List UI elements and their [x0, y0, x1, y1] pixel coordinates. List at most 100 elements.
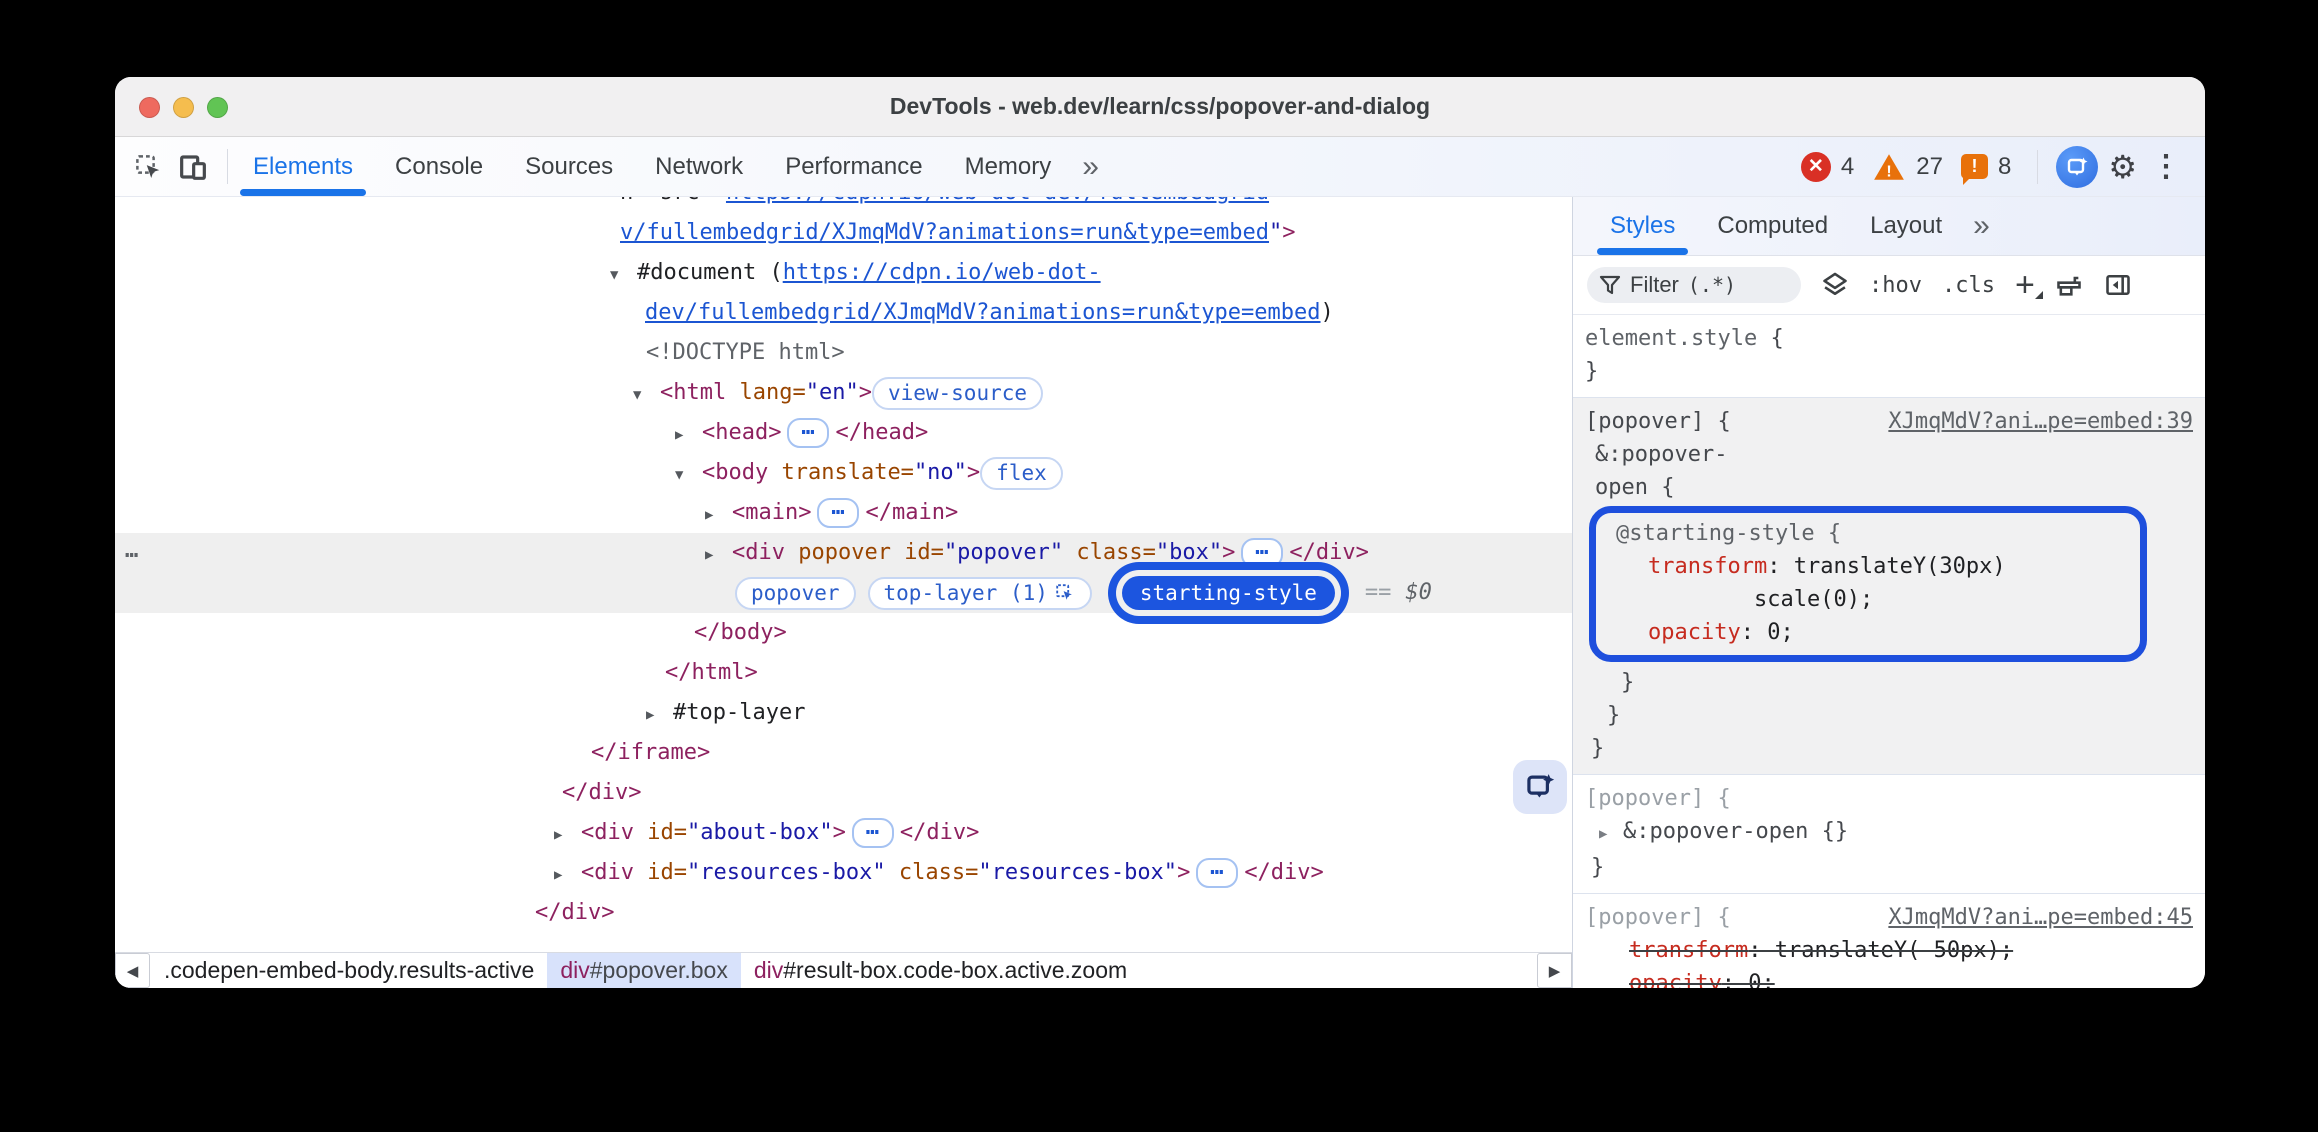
tab-computed[interactable]: Computed: [1696, 197, 1849, 255]
css-rule-line[interactable]: [popover] {XJmqMdV?ani…pe=embed:39: [1585, 405, 2195, 438]
collapsed-content-ellipsis-button[interactable]: …: [852, 818, 894, 848]
dom-tree-row[interactable]: </iframe>: [115, 733, 1572, 773]
cascade-layers-icon[interactable]: [1821, 271, 1849, 299]
breadcrumb-item-selected[interactable]: div#popover.box: [547, 953, 741, 988]
dom-tree-row[interactable]: ▶<div id="about-box">…</div>: [115, 813, 1572, 853]
css-rule-line[interactable]: element.style {: [1585, 322, 2195, 355]
css-rule-line[interactable]: [popover] {XJmqMdV?ani…pe=embed:45: [1585, 901, 2195, 934]
css-rule-line[interactable]: }: [1585, 666, 2195, 699]
stylesheet-source-link[interactable]: XJmqMdV?ani…pe=embed:45: [1888, 901, 2193, 934]
expand-arrow-open-icon[interactable]: ▼: [675, 455, 702, 495]
adorner-badge-popover[interactable]: popover: [735, 577, 856, 610]
adorner-badge-starting-style-active[interactable]: starting-style: [1122, 576, 1335, 610]
css-rule-line[interactable]: opacity: 0;: [1604, 616, 2134, 649]
breadcrumb-scroll-left-button[interactable]: ◀: [115, 953, 150, 988]
stylesheet-source-link[interactable]: XJmqMdV?ani…pe=embed:39: [1888, 405, 2193, 438]
dom-tree-row[interactable]: ▶#top-layer: [115, 693, 1572, 733]
collapsed-content-ellipsis-button[interactable]: …: [1241, 538, 1283, 568]
tab-sources[interactable]: Sources: [504, 137, 634, 196]
breadcrumb-scroll-right-button[interactable]: ▶: [1537, 953, 1572, 988]
style-rule-section[interactable]: element.style {}: [1573, 315, 2205, 398]
collapsed-content-ellipsis-button[interactable]: …: [787, 418, 829, 448]
dom-tree-row[interactable]: </div>: [115, 773, 1572, 813]
dom-tree-row[interactable]: <!DOCTYPE html>: [115, 333, 1572, 373]
dom-tree-row[interactable]: dev/fullembedgrid/XJmqMdV?animations=run…: [115, 293, 1572, 333]
breadcrumb-item[interactable]: div#result-box.code-box.active.zoom: [741, 953, 1140, 988]
row-options-dots[interactable]: …: [125, 531, 140, 571]
dom-tree-row[interactable]: v/fullembedgrid/XJmqMdV?animations=run&t…: [115, 213, 1572, 253]
tab-console[interactable]: Console: [374, 137, 504, 196]
css-rule-line[interactable]: open {: [1585, 471, 2195, 504]
error-count[interactable]: 4: [1841, 153, 1854, 181]
style-rule-section[interactable]: [popover] {XJmqMdV?ani…pe=embed:39&:popo…: [1573, 398, 2205, 775]
toggle-sidebar-icon[interactable]: [2103, 271, 2133, 299]
expand-arrow-closed-icon[interactable]: ▶: [1599, 818, 1623, 851]
tab-elements[interactable]: Elements: [232, 137, 374, 196]
dom-tree-row[interactable]: </body>: [115, 613, 1572, 653]
error-count-icon[interactable]: ✕: [1801, 152, 1831, 182]
adorner-badge-view-source[interactable]: view-source: [872, 377, 1043, 410]
close-window-button[interactable]: [139, 97, 160, 118]
collapsed-content-ellipsis-button[interactable]: …: [817, 498, 859, 528]
issues-count[interactable]: 8: [1998, 153, 2011, 181]
toggle-element-state-button[interactable]: :hov: [1869, 273, 1922, 298]
device-toolbar-icon[interactable]: [177, 151, 209, 183]
css-rule-line[interactable]: ▶&:popover-open {}: [1585, 815, 2195, 851]
style-rule-section[interactable]: [popover] {▶&:popover-open {}}: [1573, 775, 2205, 894]
dom-tree-row[interactable]: ▼<html lang="en">view-source: [115, 373, 1572, 413]
dom-tree-row[interactable]: </html>: [115, 653, 1572, 693]
tab-performance[interactable]: Performance: [764, 137, 943, 196]
expand-arrow-closed-icon[interactable]: ▶: [554, 815, 581, 855]
issues-icon[interactable]: !: [1961, 154, 1988, 179]
expand-arrow-closed-icon[interactable]: ▶: [705, 495, 732, 535]
minimize-window-button[interactable]: [173, 97, 194, 118]
dom-tree-row[interactable]: ▶<head>…</head>: [115, 413, 1572, 453]
settings-gear-icon[interactable]: ⚙: [2108, 151, 2137, 183]
adorner-badge-top-layer[interactable]: top-layer (1): [868, 577, 1092, 610]
dom-tree-row[interactable]: ▼<body translate="no">flex: [115, 453, 1572, 493]
regex-toggle[interactable]: (.*): [1688, 273, 1736, 297]
dom-tree-row[interactable]: ▶<div id="resources-box" class="resource…: [115, 853, 1572, 893]
warning-icon[interactable]: !: [1872, 151, 1906, 183]
element-classes-button[interactable]: .cls: [1942, 273, 1995, 298]
dom-tree-row[interactable]: ▼#document (https://cdpn.io/web-dot-: [115, 253, 1572, 293]
tab-layout[interactable]: Layout: [1849, 197, 1963, 255]
more-sidebar-tabs-button[interactable]: »: [1963, 197, 1998, 255]
expand-arrow-closed-icon[interactable]: ▶: [705, 535, 732, 575]
css-rule-line[interactable]: }: [1585, 732, 2195, 765]
style-rule-section[interactable]: [popover] {XJmqMdV?ani…pe=embed:45transf…: [1573, 894, 2205, 988]
styles-filter-input[interactable]: Filter (.*): [1587, 267, 1801, 303]
css-rule-line[interactable]: opacity: 0;: [1585, 967, 2195, 988]
css-rule-line[interactable]: [popover] {: [1585, 782, 2195, 815]
collapsed-content-ellipsis-button[interactable]: …: [1196, 858, 1238, 888]
rendering-brush-icon[interactable]: [2055, 271, 2083, 299]
tab-memory[interactable]: Memory: [944, 137, 1073, 196]
dom-tree-row[interactable]: n" src="https://cdpn.io/web-dot-dev/full…: [115, 197, 1572, 213]
ai-assistance-button[interactable]: [2056, 146, 2098, 188]
css-rule-line[interactable]: @starting-style {: [1604, 517, 2134, 550]
expand-arrow-open-icon[interactable]: ▼: [633, 375, 660, 415]
new-style-rule-button[interactable]: +: [2015, 275, 2035, 295]
expand-arrow-closed-icon[interactable]: ▶: [675, 415, 702, 455]
expand-arrow-closed-icon[interactable]: ▶: [554, 855, 581, 895]
dom-tree-row[interactable]: …▶<div popover id="popover" class="box">…: [115, 533, 1572, 573]
css-rule-line[interactable]: transform: translateY(-50px);: [1585, 934, 2195, 967]
expand-arrow-closed-icon[interactable]: ▶: [646, 695, 673, 735]
more-tabs-button[interactable]: »: [1072, 137, 1107, 196]
kebab-menu-icon[interactable]: ⋮: [2147, 149, 2185, 184]
css-rule-line[interactable]: transform: translateY(30px): [1604, 550, 2134, 583]
css-rule-line[interactable]: &:popover-: [1585, 438, 2195, 471]
css-rule-line[interactable]: scale(0);: [1604, 583, 2134, 616]
css-rule-line[interactable]: }: [1585, 699, 2195, 732]
dom-tree-row[interactable]: popovertop-layer (1)starting-style==$0: [115, 573, 1572, 613]
css-rule-line[interactable]: }: [1585, 355, 2195, 388]
dom-tree-row[interactable]: ▶<main>…</main>: [115, 493, 1572, 533]
tab-network[interactable]: Network: [634, 137, 764, 196]
inspect-element-icon[interactable]: [133, 152, 163, 182]
expand-arrow-open-icon[interactable]: ▼: [610, 255, 637, 295]
zoom-window-button[interactable]: [207, 97, 228, 118]
breadcrumb-item[interactable]: .codepen-embed-body.results-active: [151, 953, 547, 988]
css-rule-line[interactable]: }: [1585, 851, 2195, 884]
tab-styles[interactable]: Styles: [1589, 197, 1696, 255]
dom-tree-row[interactable]: </div>: [115, 893, 1572, 933]
